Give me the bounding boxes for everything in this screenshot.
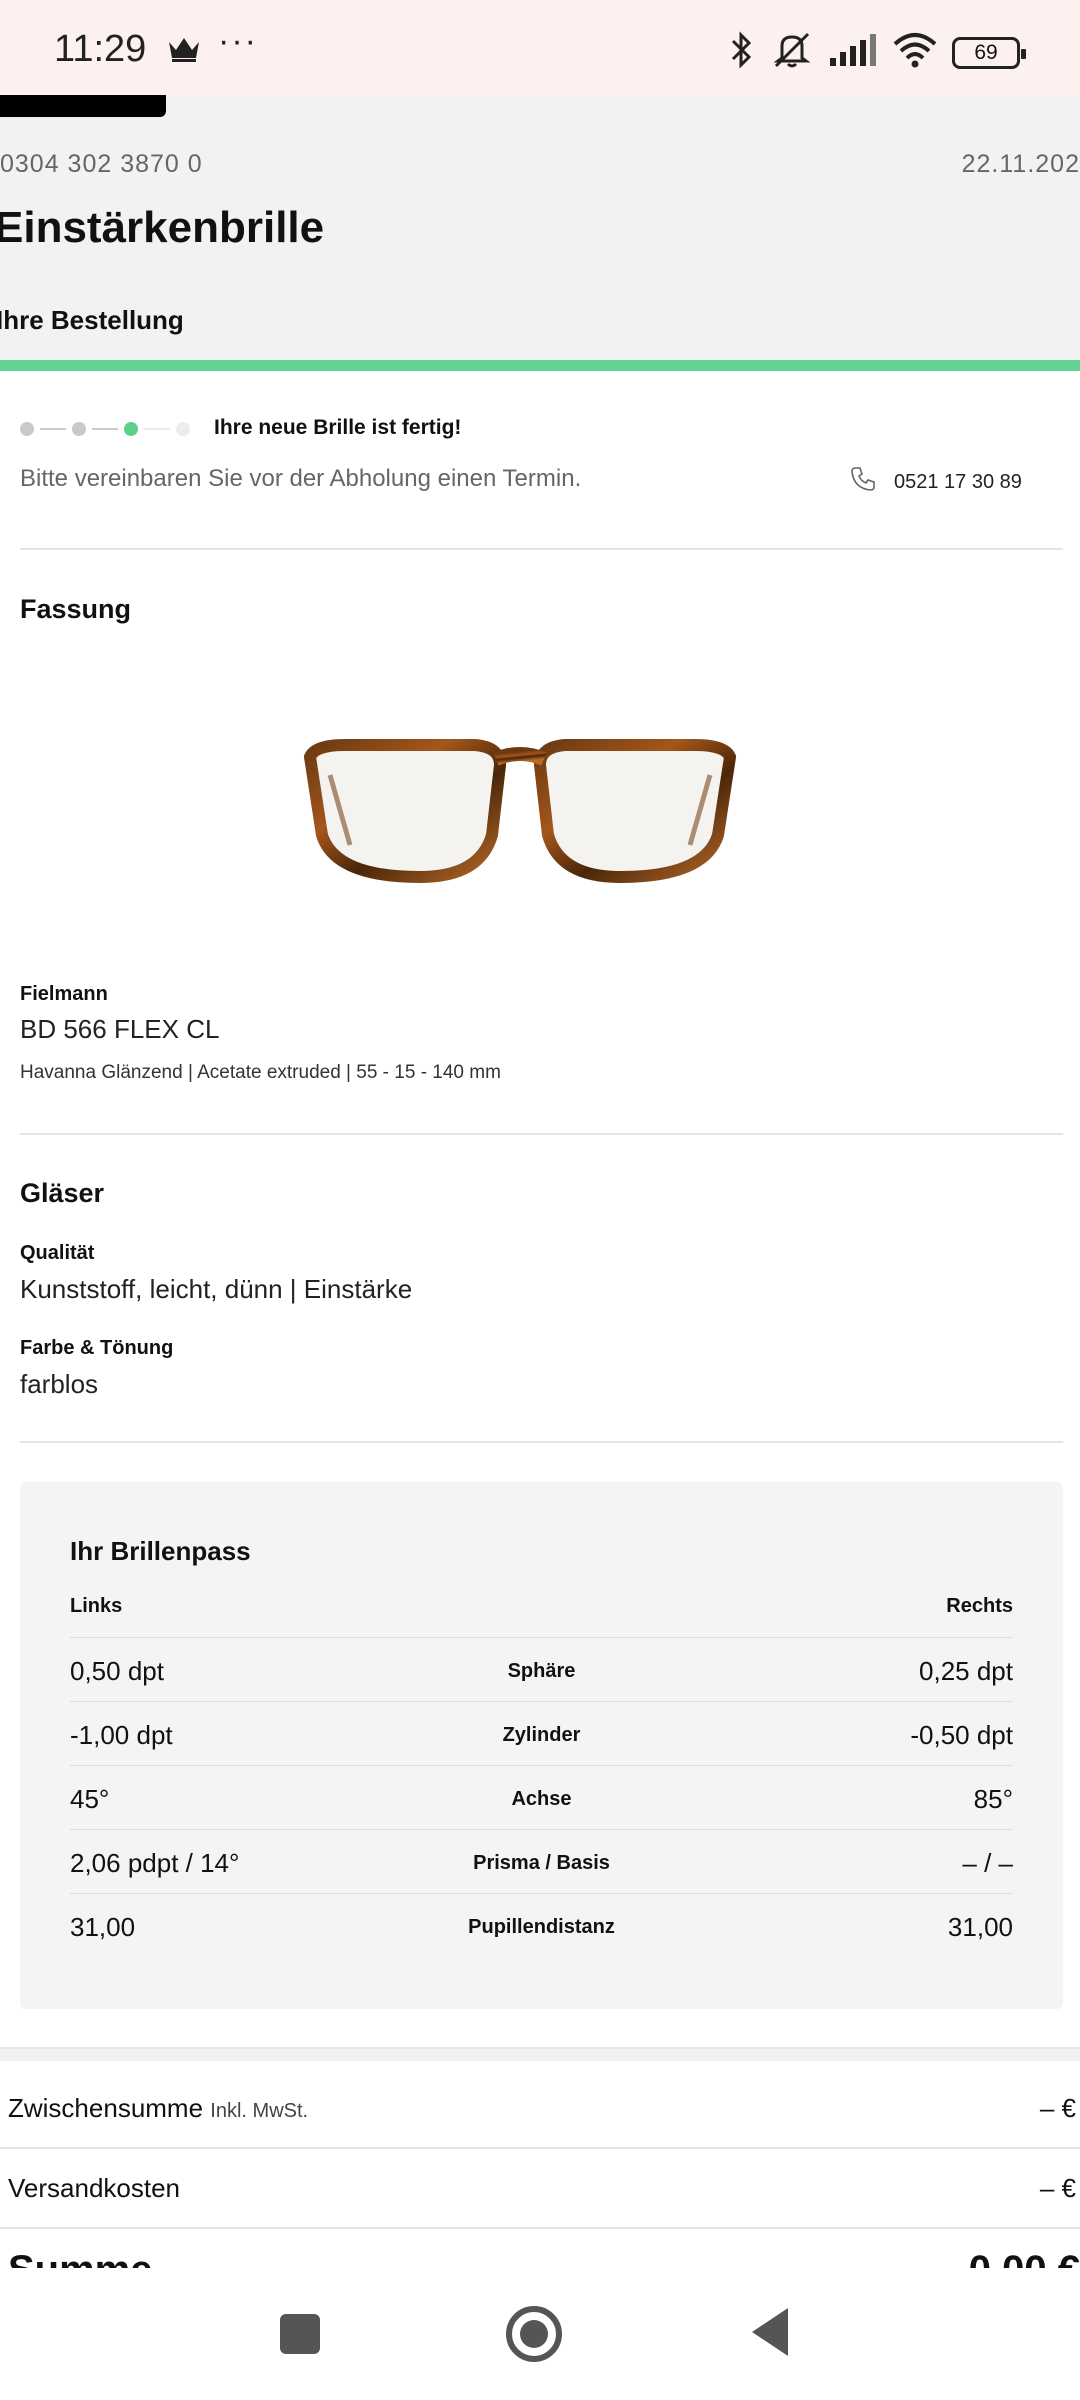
prescription-right-header: Rechts [946, 1595, 1013, 1617]
prescription-row-prism: 2,06 pdpt / 14° Prisma / Basis – / – [70, 1829, 1013, 1893]
lenses-section-title: Gläser [20, 1178, 105, 1208]
shipping-row: Versandkosten – € [8, 2173, 1080, 2204]
divider [20, 1441, 1063, 1443]
divider [0, 2227, 1080, 2229]
right-value: 85° [973, 1784, 1013, 1814]
status-bar: 11:29 ··· 69 [0, 0, 1080, 95]
frame-section-title: Fassung [20, 594, 132, 624]
order-subtitle: Ihre Bestellung [0, 305, 184, 335]
navigation-bar [0, 2268, 1080, 2400]
step-connector [144, 428, 170, 430]
phone-icon [850, 466, 876, 498]
divider [20, 1133, 1063, 1135]
step-dot [20, 422, 34, 436]
step-dot [176, 422, 190, 436]
glasses-image [300, 735, 740, 890]
row-label: Zylinder [502, 1724, 581, 1746]
prescription-left-header: Links [70, 1595, 123, 1617]
section-separator [0, 2047, 1080, 2061]
back-button[interactable] [752, 2308, 788, 2356]
more-notifications-icon: ··· [218, 22, 258, 60]
order-header: 0304 302 3870 0 22.11.202 Einstärkenbril… [0, 95, 1080, 360]
right-value: – / – [962, 1848, 1013, 1878]
frame-brand: Fielmann [20, 983, 108, 1005]
progress-steps [20, 422, 190, 436]
prescription-row-axis: 45° Achse 85° [70, 1765, 1013, 1829]
prescription-row-sphere: 0,50 dpt Sphäre 0,25 dpt [70, 1637, 1013, 1701]
prescription-row-cylinder: -1,00 dpt Zylinder -0,50 dpt [70, 1701, 1013, 1765]
subtotal-label: Zwischensumme [8, 2093, 204, 2123]
mute-icon [770, 30, 814, 75]
subtotal-note: Inkl. MwSt. [210, 2100, 309, 2122]
home-button[interactable] [506, 2306, 562, 2362]
bluetooth-icon [726, 30, 756, 75]
step-connector [40, 428, 66, 430]
phone-number: 0521 17 30 89 [894, 470, 1022, 493]
status-time: 11:29 [54, 28, 147, 70]
subtotal-row: Zwischensumme Inkl. MwSt. – € [8, 2093, 1080, 2124]
status-title: Ihre neue Brille ist fertig! [214, 416, 462, 439]
page-title: Einstärkenbrille [0, 203, 325, 252]
lens-quality-value: Kunststoff, leicht, dünn | Einstärke [20, 1274, 413, 1304]
frame-model: BD 566 FLEX CL [20, 1014, 220, 1044]
status-progress-bar [0, 360, 1080, 371]
divider [0, 2147, 1080, 2149]
row-label: Prisma / Basis [473, 1852, 610, 1874]
order-status-tag [0, 95, 166, 117]
lens-color-label: Farbe & Tönung [20, 1337, 174, 1359]
prescription-row-pd: 31,00 Pupillendistanz 31,00 [70, 1893, 1013, 1957]
row-label: Pupillendistanz [468, 1916, 615, 1938]
shipping-label: Versandkosten [8, 2173, 181, 2203]
step-dot [72, 422, 86, 436]
status-description: Bitte vereinbaren Sie vor der Abholung e… [20, 465, 582, 492]
battery-indicator: 69 [952, 36, 1026, 69]
shipping-value: – € [1039, 2173, 1076, 2203]
store-phone-link[interactable]: 0521 17 30 89 [850, 466, 1022, 498]
right-value: 31,00 [947, 1912, 1013, 1942]
step-connector [92, 428, 118, 430]
lens-color-value: farblos [20, 1369, 99, 1399]
lens-quality-label: Qualität [20, 1242, 95, 1264]
row-label: Sphäre [507, 1660, 576, 1682]
signal-icon [828, 32, 878, 73]
recent-apps-button[interactable] [280, 2314, 320, 2354]
right-value: 0,25 dpt [919, 1656, 1013, 1686]
wifi-icon [892, 32, 938, 73]
prescription-card: Ihr Brillenpass Links Rechts 0,50 dpt Sp… [20, 1482, 1063, 2009]
prescription-title: Ihr Brillenpass [70, 1536, 251, 1566]
order-number: 0304 302 3870 0 [0, 150, 203, 178]
order-date: 22.11.202 [961, 150, 1080, 178]
crown-icon [166, 34, 202, 69]
frame-details: Havanna Glänzend | Acetate extruded | 55… [20, 1062, 501, 1083]
right-value: -0,50 dpt [910, 1720, 1013, 1750]
row-label: Achse [511, 1788, 572, 1810]
subtotal-value: – € [1039, 2093, 1076, 2123]
step-dot-active [124, 422, 138, 436]
divider [20, 548, 1063, 550]
